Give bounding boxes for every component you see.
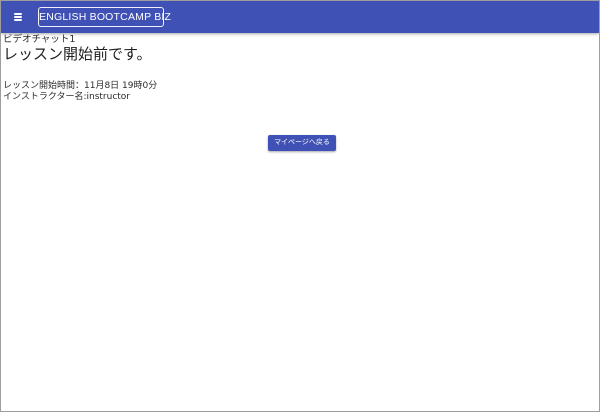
brand-button[interactable]: ENGLISH BOOTCAMP BIZ bbox=[38, 7, 171, 27]
lesson-name: ビデオチャット1 bbox=[3, 34, 76, 45]
back-to-mypage-button[interactable]: マイページへ戻る bbox=[268, 135, 336, 151]
lesson-status-heading: レッスン開始前です。 bbox=[3, 45, 152, 63]
app-window: ENGLISH BOOTCAMP BIZ ビデオチャット1 レッスン開始前です。… bbox=[0, 0, 600, 412]
menu-button[interactable] bbox=[9, 7, 29, 27]
lesson-start-time: レッスン開始時間：11月8日 19時0分 bbox=[3, 81, 158, 91]
app-bar: ENGLISH BOOTCAMP BIZ bbox=[1, 1, 599, 33]
menu-icon bbox=[14, 13, 22, 21]
instructor-name: インストラクター名:instructor bbox=[3, 92, 131, 102]
